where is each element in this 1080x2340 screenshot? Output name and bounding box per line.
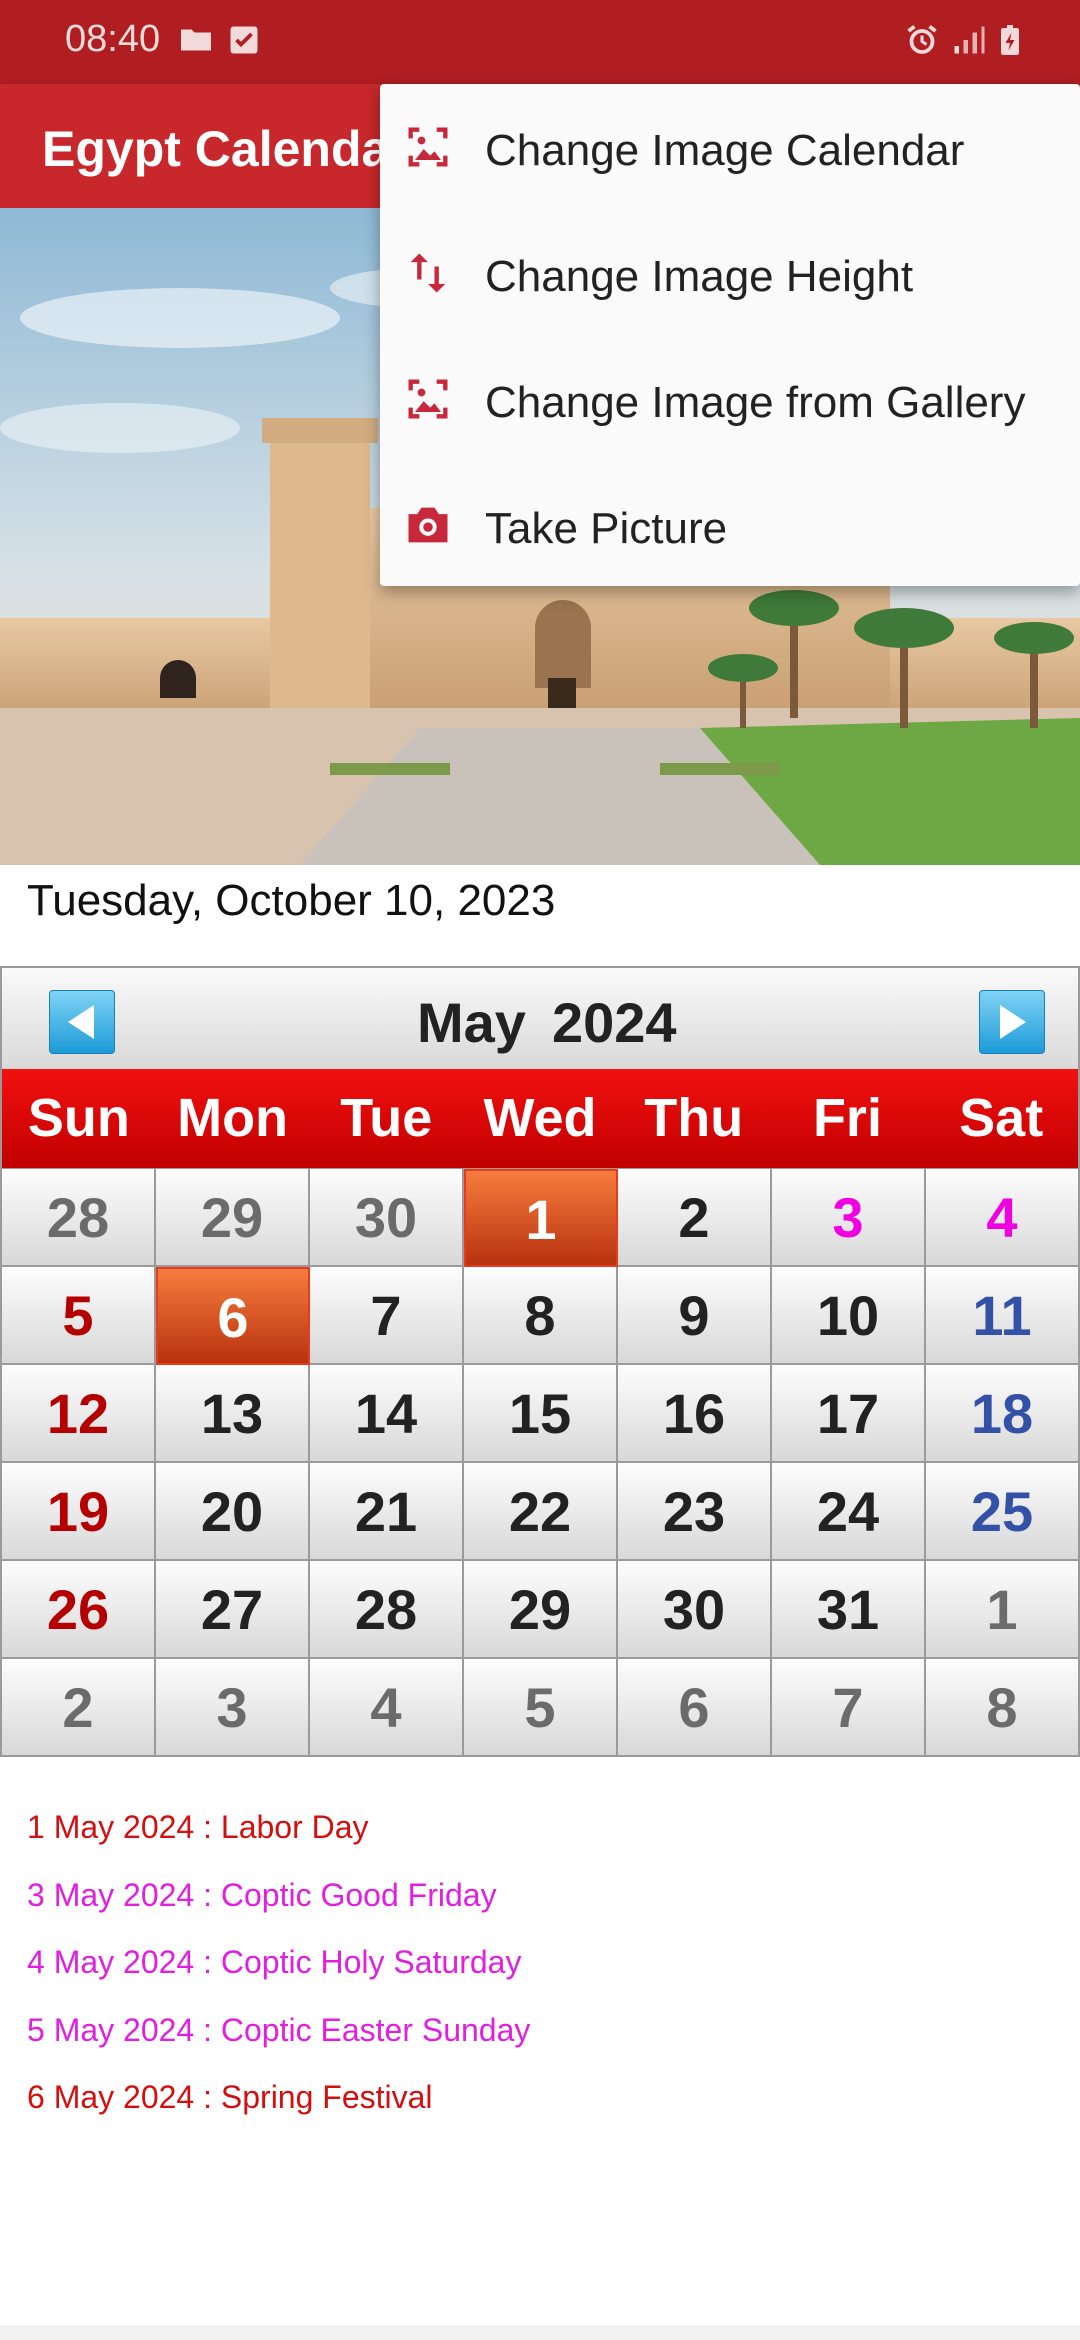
menu-label: Take Picture [485,504,728,553]
weekday-fri: Fri [812,1088,882,1148]
day-cell[interactable]: 13 [156,1365,310,1463]
menu-item-change-image-gallery[interactable]: Change Image from Gallery [380,336,1080,462]
calendar-grid: 28 29 30 1 2 3 4 5 6 7 8 9 10 11 12 13 1… [0,1168,1080,1757]
camera-icon [408,507,448,543]
day-cell[interactable]: 1 [926,1561,1080,1659]
weekday-mon: Mon [177,1088,289,1148]
day-cell[interactable]: 2 [618,1169,772,1267]
menu-label: Change Image from Gallery [485,378,1026,427]
arrow-right-icon [1000,1005,1026,1039]
day-cell[interactable]: 17 [772,1365,926,1463]
day-cell[interactable]: 18 [926,1365,1080,1463]
holiday-item: 5 May 2024 : Coptic Easter Sunday [27,2011,531,2048]
day-cell[interactable]: 3 [156,1659,310,1757]
holiday-list: 1 May 2024 : Labor Day 3 May 2024 : Copt… [27,1808,530,2146]
day-cell[interactable]: 12 [2,1365,156,1463]
swap-vertical-icon [410,253,446,293]
check-icon [230,26,258,54]
day-cell[interactable]: 2 [2,1659,156,1757]
day-cell[interactable]: 4 [310,1659,464,1757]
day-cell[interactable]: 6 [618,1659,772,1757]
day-cell[interactable]: 29 [464,1561,618,1659]
weekday-wed: Wed [483,1088,597,1148]
day-cell[interactable]: 28 [2,1169,156,1267]
month-label: May [417,991,526,1054]
day-cell[interactable]: 20 [156,1463,310,1561]
weekday-tue: Tue [340,1088,433,1148]
holiday-item: 4 May 2024 : Coptic Holy Saturday [27,1944,522,1980]
image-icon [408,127,448,167]
day-cell[interactable]: 30 [310,1169,464,1267]
next-month-button[interactable] [979,990,1045,1054]
today-date: Tuesday, October 10, 2023 [27,876,556,925]
day-cell[interactable]: 15 [464,1365,618,1463]
day-cell[interactable]: 8 [464,1267,618,1365]
day-cell[interactable]: 10 [772,1267,926,1365]
weekday-sat: Sat [959,1088,1044,1148]
menu-label: Change Image Calendar [485,126,965,175]
day-cell-holiday[interactable]: 1 [464,1169,618,1267]
previous-month-button[interactable] [49,990,115,1054]
day-cell[interactable]: 25 [926,1463,1080,1561]
signal-icon [954,26,985,54]
folder-icon [181,29,211,51]
day-cell[interactable]: 26 [2,1561,156,1659]
day-cell[interactable]: 16 [618,1365,772,1463]
status-bar: 08:40 [0,0,1080,84]
day-cell[interactable]: 9 [618,1267,772,1365]
holiday-item: 6 May 2024 : Spring Festival [27,2079,433,2115]
menu-item-change-image-calendar[interactable]: Change Image Calendar [380,84,1080,210]
status-time: 08:40 [65,18,161,60]
day-cell[interactable]: 8 [926,1659,1080,1757]
calendar-header: May 2024 [0,966,1080,1069]
calendar: May 2024 Sun Mon Tue Wed Thu Fri Sat 28 … [0,966,1080,1757]
day-cell[interactable]: 27 [156,1561,310,1659]
day-cell-holiday[interactable]: 4 [926,1169,1080,1267]
day-cell[interactable]: 31 [772,1561,926,1659]
weekday-header: Sun Mon Tue Wed Thu Fri Sat [0,1069,1080,1168]
day-cell-holiday[interactable]: 3 [772,1169,926,1267]
day-cell[interactable]: 24 [772,1463,926,1561]
day-cell[interactable]: 11 [926,1267,1080,1365]
day-cell[interactable]: 14 [310,1365,464,1463]
day-cell[interactable]: 30 [618,1561,772,1659]
menu-item-take-picture[interactable]: Take Picture [380,462,1080,588]
holiday-item: 1 May 2024 : Labor Day [27,1809,369,1845]
overflow-menu: Change Image Calendar Change Image Heigh… [380,84,1080,586]
alarm-icon [907,25,937,54]
image-icon [408,379,448,419]
day-cell[interactable]: 21 [310,1463,464,1561]
day-cell[interactable]: 23 [618,1463,772,1561]
day-cell[interactable]: 7 [310,1267,464,1365]
menu-label: Change Image Height [485,252,914,301]
arrow-left-icon [68,1005,94,1039]
day-cell[interactable]: 19 [2,1463,156,1561]
year-label: 2024 [552,991,677,1054]
holiday-item: 3 May 2024 : Coptic Good Friday [27,1876,497,1913]
day-cell[interactable]: 22 [464,1463,618,1561]
navigation-bar [0,2325,1080,2340]
day-cell-holiday[interactable]: 5 [2,1267,156,1365]
weekday-sun: Sun [27,1088,130,1148]
menu-item-change-image-height[interactable]: Change Image Height [380,210,1080,336]
day-cell[interactable]: 28 [310,1561,464,1659]
day-cell-holiday[interactable]: 6 [156,1267,310,1365]
day-cell[interactable]: 5 [464,1659,618,1757]
day-cell[interactable]: 29 [156,1169,310,1267]
day-cell[interactable]: 7 [772,1659,926,1757]
battery-icon [1001,25,1019,55]
weekday-thu: Thu [644,1088,744,1148]
